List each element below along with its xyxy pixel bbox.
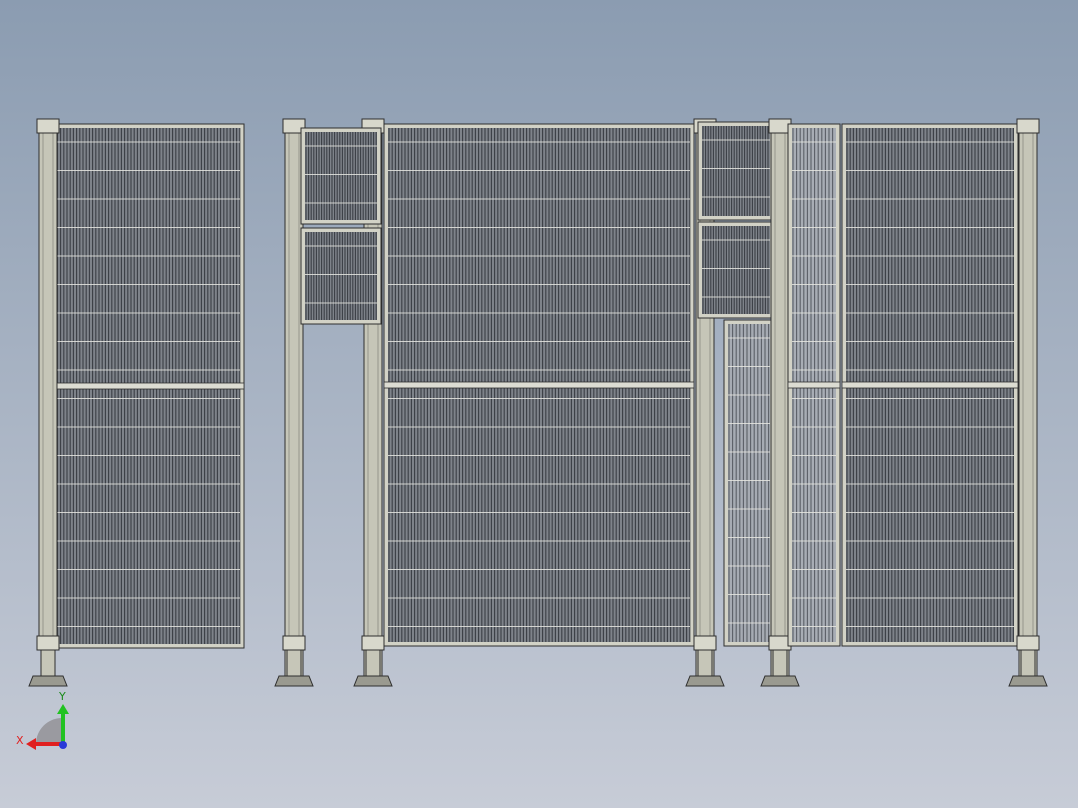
right-post-base-bracket	[1016, 635, 1040, 651]
right-post-foot	[1008, 675, 1048, 687]
post-2-stem	[286, 649, 302, 677]
post-5-foot	[760, 675, 800, 687]
center-panel-mid-rail	[383, 381, 695, 389]
left-post-cap	[36, 118, 60, 134]
post-3-foot	[353, 675, 393, 687]
narrow-panel	[723, 319, 775, 647]
post-2-body	[284, 121, 304, 677]
left-post-foot	[28, 675, 68, 687]
small-box-right-lower	[697, 221, 775, 319]
x-axis-label: X	[16, 734, 24, 747]
left-panel	[45, 123, 245, 649]
fence-assembly	[28, 118, 1048, 687]
light-panel	[787, 123, 841, 647]
left-post-body	[38, 121, 58, 649]
post-2-foot	[274, 675, 314, 687]
post-4-base-bracket	[693, 635, 717, 651]
fence-assembly-drawing: X Y	[0, 0, 1078, 808]
post-4-foot	[685, 675, 725, 687]
small-box-right-upper	[697, 121, 775, 221]
right-post-cap	[1016, 118, 1040, 134]
left-post-base-bracket	[36, 635, 60, 651]
cad-viewport[interactable]: X Y	[0, 0, 1078, 808]
right-post-body	[1018, 121, 1038, 677]
center-panel	[383, 123, 695, 647]
post-2-base-bracket	[282, 635, 306, 651]
post-5-stem	[772, 649, 788, 677]
light-panel-mid-rail	[787, 381, 841, 389]
small-box-upper	[300, 127, 382, 225]
y-axis-label: Y	[58, 690, 66, 703]
right-panel-mid-rail	[841, 381, 1019, 389]
post-3-base-bracket	[361, 635, 385, 651]
left-panel-mid-rail	[45, 382, 245, 390]
right-panel	[841, 123, 1019, 647]
post-4-stem	[697, 649, 713, 677]
post-3-stem	[365, 649, 381, 677]
left-post-stem	[40, 649, 56, 677]
small-box-lower	[300, 227, 382, 325]
right-post-stem	[1020, 649, 1036, 677]
z-axis-dot	[59, 741, 67, 749]
post-5-body	[770, 121, 790, 677]
